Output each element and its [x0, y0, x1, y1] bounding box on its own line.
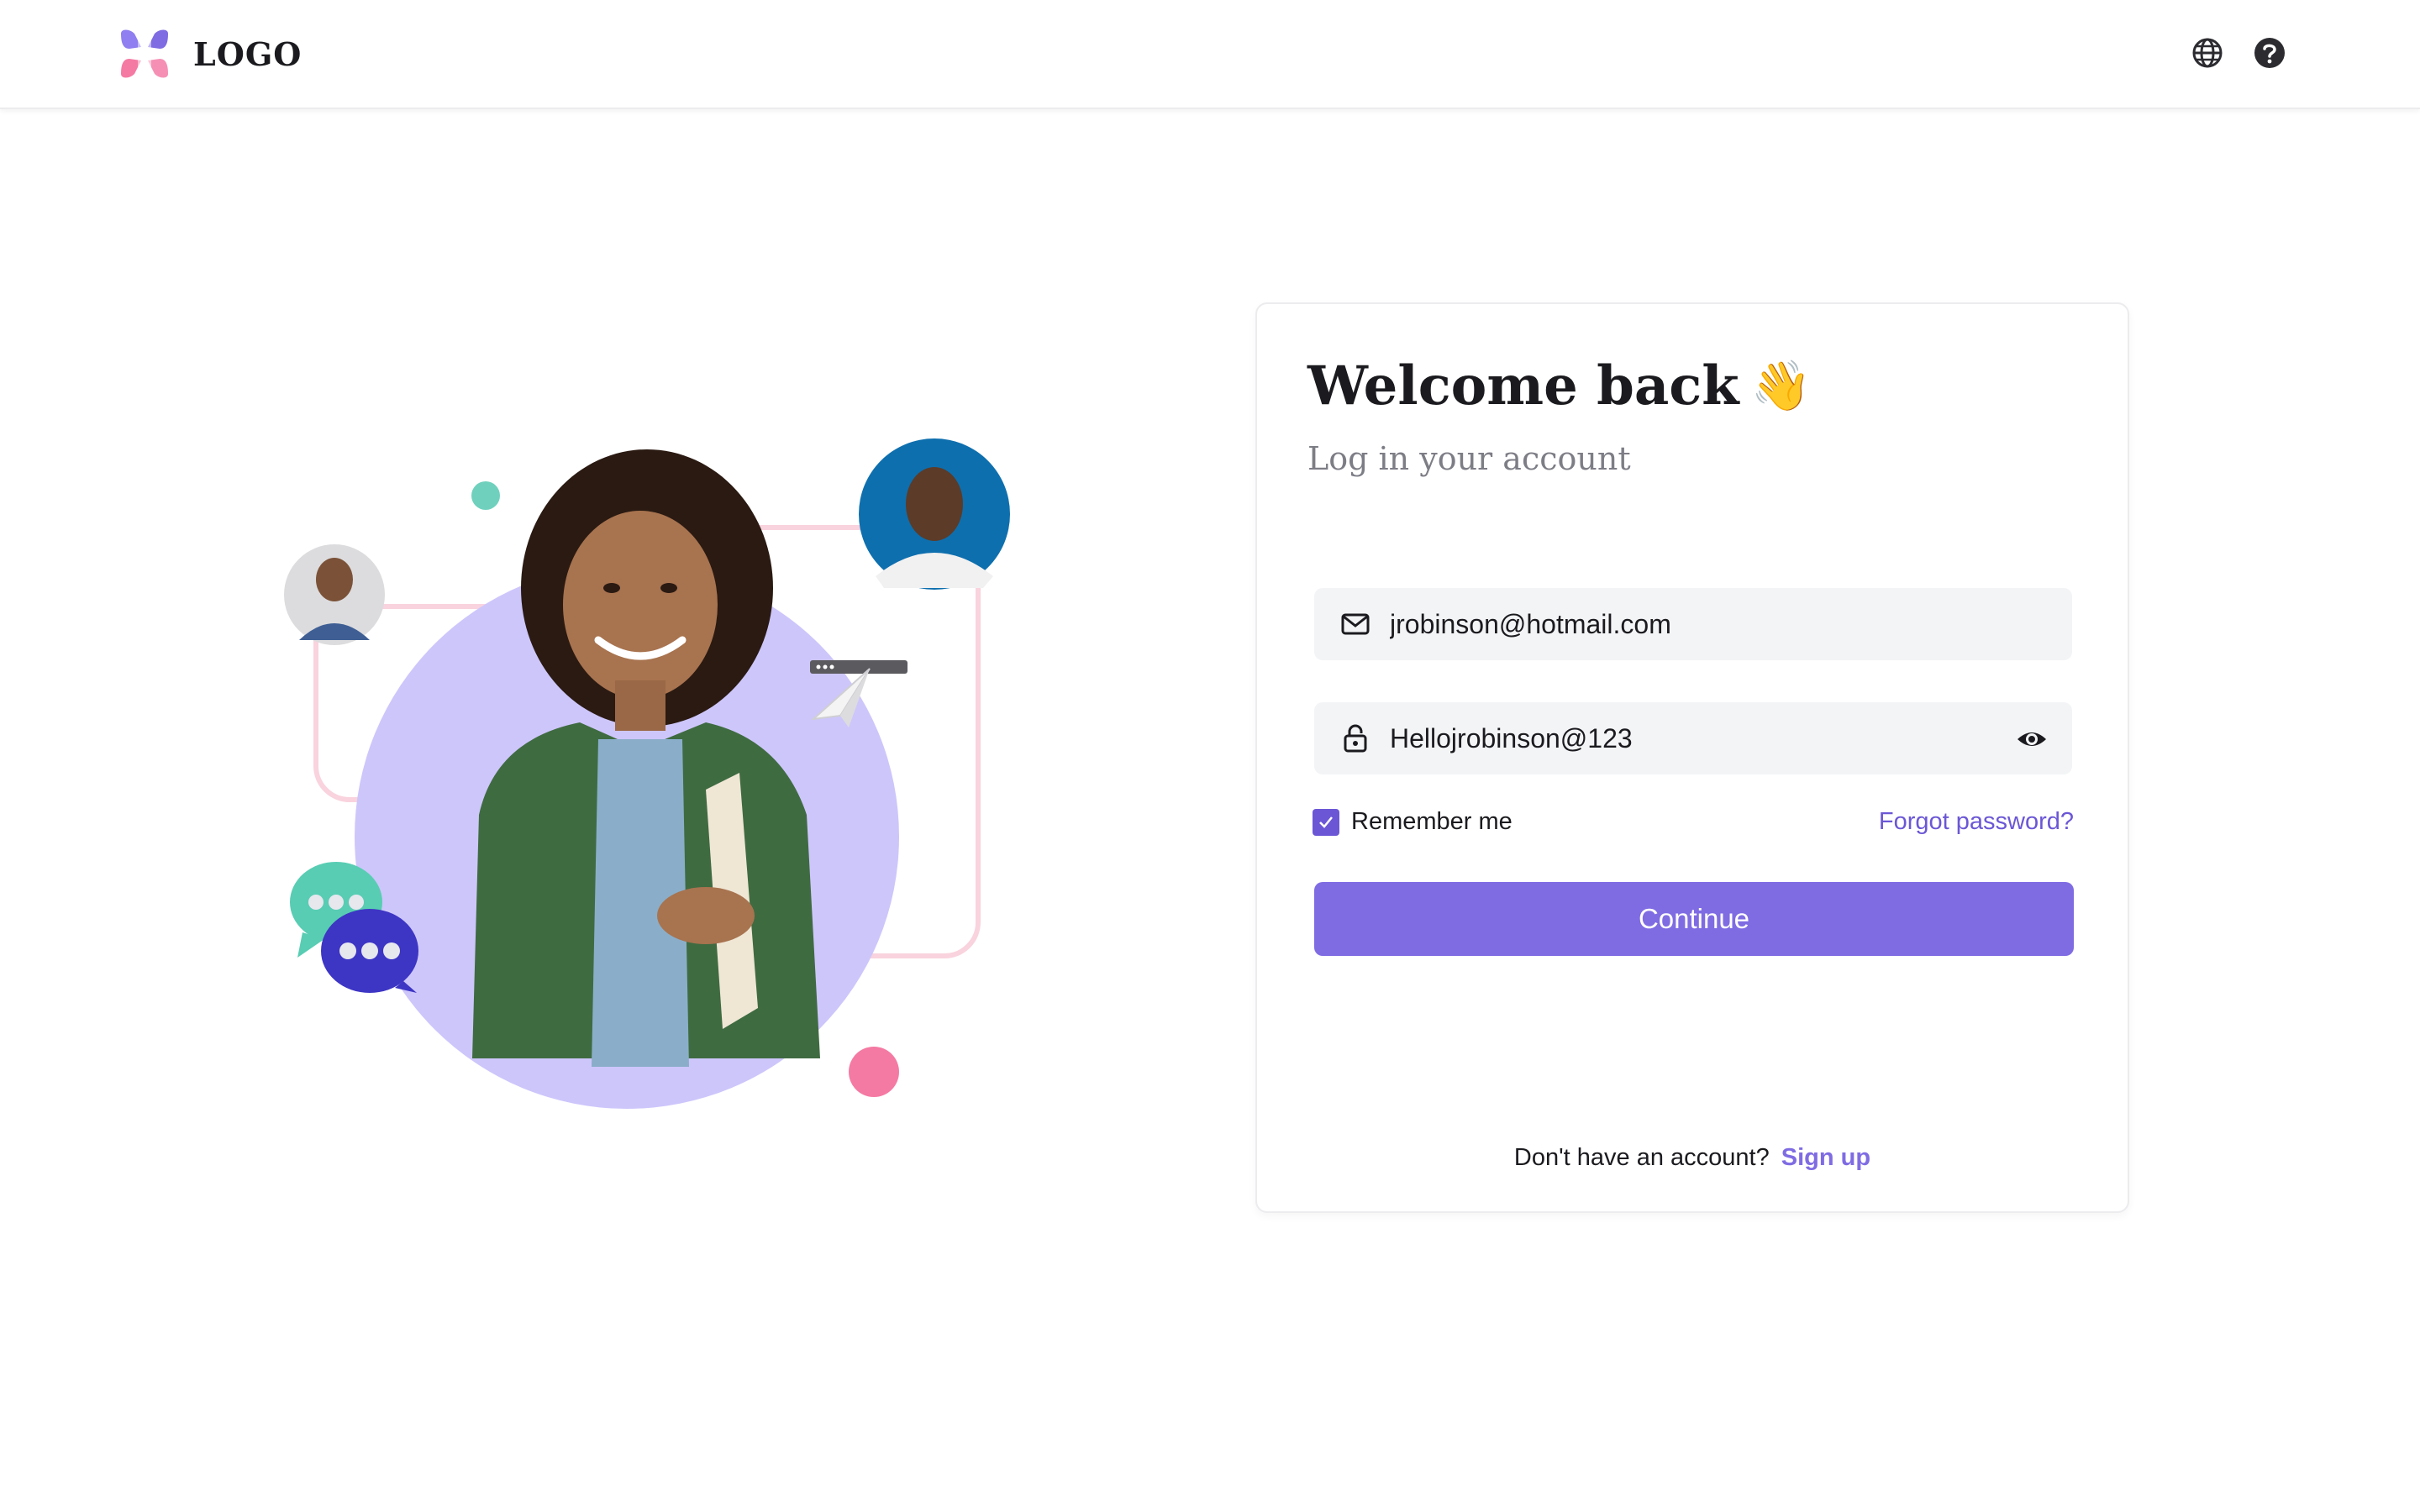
- signup-prompt: Don't have an account? Sign up: [1257, 1144, 2128, 1172]
- help-icon[interactable]: [2252, 35, 2287, 71]
- welcome-title: Welcome back: [1307, 354, 1739, 417]
- globe-icon[interactable]: [2190, 35, 2225, 71]
- wave-emoji: 👋: [1750, 357, 1812, 414]
- logo[interactable]: LOGO: [116, 25, 302, 82]
- email-input[interactable]: [1388, 607, 2072, 641]
- remember-me-label: Remember me: [1351, 808, 1512, 835]
- lock-icon: [1344, 724, 1367, 753]
- sign-up-link[interactable]: Sign up: [1781, 1144, 1870, 1172]
- decorative-dot: [849, 1047, 899, 1097]
- welcome-heading: Welcome back 👋: [1307, 354, 1812, 417]
- no-account-text: Don't have an account?: [1513, 1144, 1770, 1171]
- login-card: Welcome back 👋 Log in your account Reme: [1255, 302, 2129, 1213]
- password-field[interactable]: [1314, 702, 2072, 774]
- check-icon: [1319, 816, 1333, 828]
- top-navbar: LOGO: [0, 0, 2420, 109]
- eye-icon[interactable]: [2015, 722, 2049, 756]
- decorative-dot: [471, 481, 500, 510]
- hero-illustration: [284, 438, 1010, 1109]
- login-subtitle: Log in your account: [1307, 440, 1631, 477]
- mail-icon: [1341, 613, 1370, 635]
- remember-me-checkbox[interactable]: Remember me: [1313, 808, 1512, 836]
- logo-text: LOGO: [193, 34, 302, 73]
- woman-figure: [472, 449, 820, 1067]
- avatar-woman: [859, 438, 1010, 590]
- forgot-password-link[interactable]: Forgot password?: [1879, 808, 2074, 836]
- avatar-man: [284, 544, 385, 645]
- logo-icon: [121, 29, 168, 78]
- password-input[interactable]: [1388, 722, 2072, 755]
- continue-button[interactable]: Continue: [1314, 882, 2074, 956]
- email-field[interactable]: [1314, 588, 2072, 660]
- checkbox-checked-icon[interactable]: [1313, 808, 1339, 836]
